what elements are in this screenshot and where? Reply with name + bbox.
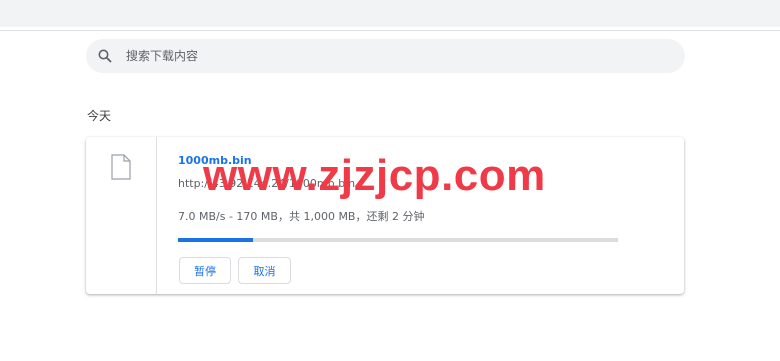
- search-bar[interactable]: [86, 39, 685, 73]
- progress-fill: [178, 238, 253, 242]
- card-divider: [156, 137, 157, 294]
- progress-bar: [178, 238, 618, 242]
- pause-button[interactable]: 暂停: [179, 257, 231, 284]
- top-bar: [0, 0, 780, 27]
- cancel-button[interactable]: 取消: [238, 257, 291, 284]
- search-icon: [98, 49, 112, 63]
- watermark-text: www.zjzjcp.com: [203, 151, 546, 200]
- header-divider: [0, 30, 780, 31]
- search-input[interactable]: [126, 39, 666, 73]
- download-status: 7.0 MB/s - 170 MB，共 1,000 MB，还剩 2 分钟: [178, 210, 425, 223]
- date-section-label: 今天: [87, 109, 112, 123]
- file-icon: [111, 154, 131, 180]
